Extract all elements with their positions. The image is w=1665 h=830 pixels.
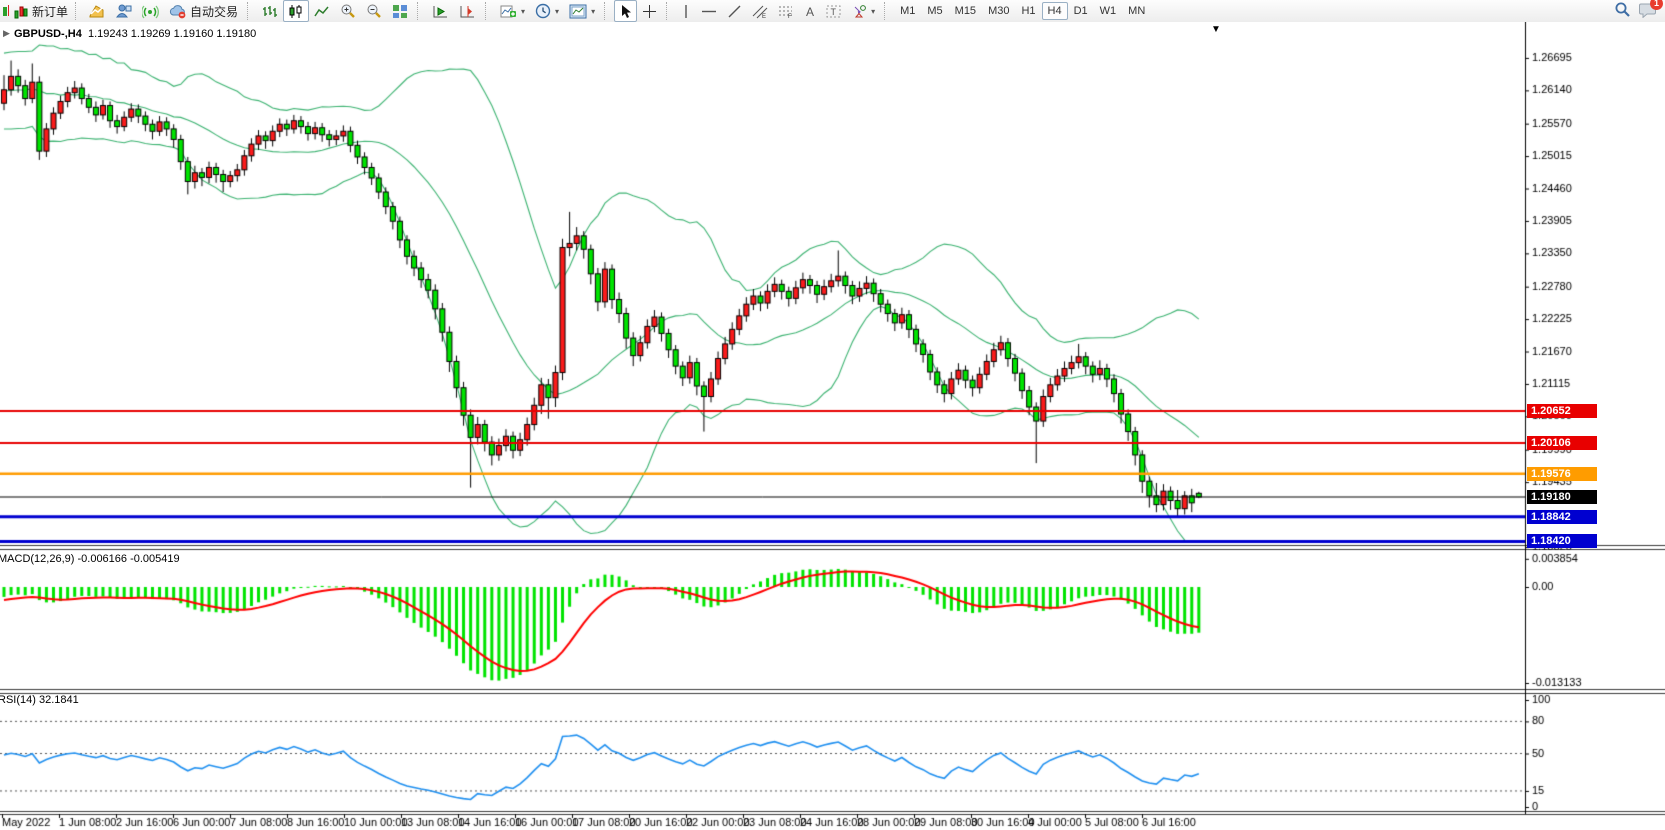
crosshair-button[interactable] (637, 0, 662, 22)
fibonacci-icon: F (778, 4, 794, 19)
zoom-in-icon (340, 3, 356, 19)
toolbar-separator (485, 2, 491, 20)
toolbar-group-objects: ▾ ▾ ▾ (493, 0, 602, 22)
chevron-down-icon: ▾ (521, 7, 525, 16)
horizontal-line-icon (701, 4, 717, 19)
templates-icon (569, 4, 587, 19)
signals-icon (142, 4, 159, 19)
chart-shift-button[interactable] (454, 0, 481, 22)
bar-chart-button[interactable] (257, 0, 283, 22)
timeframe-group: M1M5M15M30H1H4D1W1MN (892, 0, 1153, 22)
zoom-out-button[interactable] (361, 0, 387, 22)
toolbar-group-chart-type (255, 0, 415, 22)
search-icon[interactable] (1614, 1, 1631, 21)
chevron-down-icon: ▾ (555, 7, 559, 16)
toolbar-separator (604, 2, 610, 20)
text-icon: A (804, 4, 816, 19)
chart-icon-partial (2, 3, 9, 19)
auto-scroll-button[interactable] (427, 0, 454, 22)
svg-text:F: F (788, 14, 792, 19)
toolbar-separator (247, 2, 253, 20)
notification-badge: 1 (1650, 0, 1663, 10)
cursor-button[interactable] (614, 0, 637, 22)
text-label-button[interactable]: T (821, 0, 847, 22)
arrows-button[interactable]: ▾ (847, 0, 880, 22)
timeframe-button-h1[interactable]: H1 (1015, 2, 1041, 20)
trendline-icon (727, 4, 742, 19)
chart-window: ▶ GBPUSD-,H4 1.19243 1.19269 1.19160 1.1… (0, 22, 1665, 830)
toolbar-separator (75, 2, 81, 20)
new-order-button[interactable]: 新订单 (9, 0, 73, 22)
chevron-down-icon: ▾ (871, 7, 875, 16)
toolbar-group-cursor (612, 0, 664, 22)
timeframe-button-m30[interactable]: M30 (982, 2, 1015, 20)
toolbar-right: 1 (1614, 1, 1665, 21)
toolbar-separator (417, 2, 423, 20)
text-label-icon: T (826, 4, 842, 19)
indicators-icon (500, 4, 517, 19)
timeframe-button-d1[interactable]: D1 (1068, 2, 1094, 20)
crosshair-icon (642, 4, 657, 19)
fibonacci-button[interactable]: F (773, 0, 799, 22)
tile-windows-button[interactable] (387, 0, 413, 22)
timeframe-button-m15[interactable]: M15 (949, 2, 982, 20)
periods-button[interactable]: ▾ (530, 0, 564, 22)
timeframe-button-m5[interactable]: M5 (921, 2, 948, 20)
chart-canvas[interactable] (0, 22, 1665, 830)
svg-text:A: A (806, 5, 814, 19)
profiles-icon (115, 4, 132, 19)
new-chart-button[interactable] (83, 0, 110, 22)
toolbar-group-scroll (425, 0, 483, 22)
toolbar-separator (884, 2, 890, 20)
toolbar-separator (666, 2, 672, 20)
periods-icon (535, 3, 551, 19)
notifications-button[interactable]: 1 (1639, 2, 1657, 21)
arrows-icon (852, 4, 867, 19)
autotrading-button[interactable]: 自动交易 (164, 0, 243, 22)
svg-text:T: T (831, 7, 837, 17)
vertical-line-icon (681, 4, 691, 19)
signals-button[interactable] (137, 0, 164, 22)
auto-scroll-icon (432, 4, 449, 19)
new-chart-icon (88, 4, 105, 19)
chevron-down-icon: ▾ (591, 7, 595, 16)
line-chart-button[interactable] (309, 0, 335, 22)
new-order-icon (14, 4, 29, 19)
templates-button[interactable]: ▾ (564, 0, 600, 22)
indicators-button[interactable]: ▾ (495, 0, 530, 22)
mt4-terminal: 新订单 自动交易 (0, 0, 1665, 830)
text-button[interactable]: A (799, 0, 821, 22)
horizontal-line-button[interactable] (696, 0, 722, 22)
bar-chart-icon (262, 4, 278, 19)
timeframe-button-m1[interactable]: M1 (894, 2, 921, 20)
svg-text:E: E (762, 14, 766, 19)
toolbar-group-lines: E F A T ▾ (674, 0, 882, 22)
timeframe-button-mn[interactable]: MN (1122, 2, 1151, 20)
autotrading-label: 自动交易 (190, 3, 238, 20)
new-order-label: 新订单 (32, 3, 68, 20)
profiles-button[interactable] (110, 0, 137, 22)
timeframe-button-h4[interactable]: H4 (1042, 2, 1068, 20)
equidistant-channel-icon: E (752, 4, 768, 19)
vertical-line-button[interactable] (676, 0, 696, 22)
chart-shift-icon (459, 4, 476, 19)
trendline-button[interactable] (722, 0, 747, 22)
toolbar-group-trade: 新订单 自动交易 (0, 0, 245, 22)
zoom-out-icon (366, 3, 382, 19)
toolbar: 新订单 自动交易 (0, 0, 1665, 23)
timeframe-button-w1[interactable]: W1 (1094, 2, 1123, 20)
line-chart-icon (314, 4, 330, 19)
zoom-in-button[interactable] (335, 0, 361, 22)
tile-windows-icon (392, 4, 408, 19)
candlestick-icon (288, 4, 304, 19)
cursor-arrow-icon (619, 4, 632, 19)
candlestick-chart-button[interactable] (283, 0, 309, 22)
equidistant-channel-button[interactable]: E (747, 0, 773, 22)
autotrading-icon (169, 4, 187, 19)
